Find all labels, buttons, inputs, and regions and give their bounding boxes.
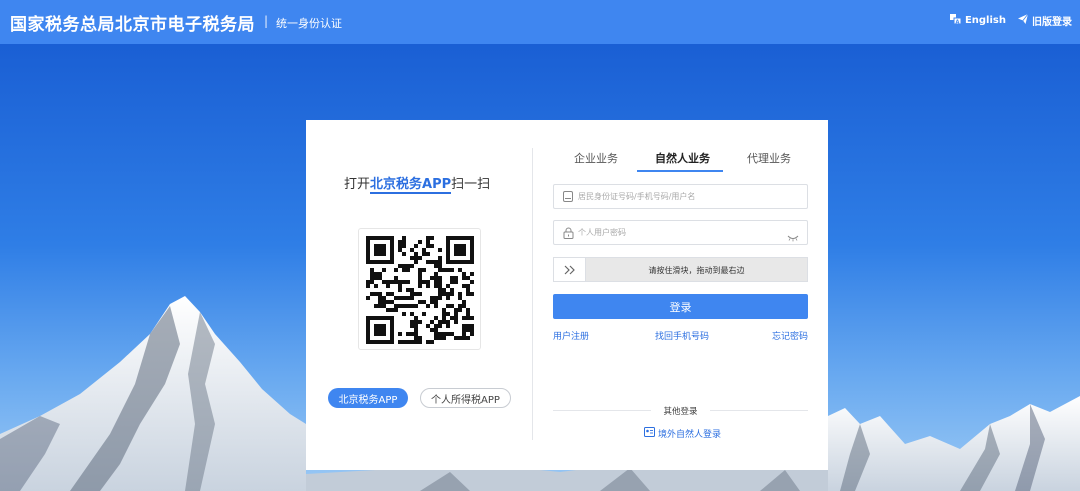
- eye-closed-icon[interactable]: [787, 227, 799, 246]
- overseas-login-link[interactable]: 境外自然人登录: [644, 427, 721, 440]
- personal-income-tax-app-button[interactable]: 个人所得税APP: [420, 388, 511, 408]
- login-card: 打开北京税务APP扫一扫 北京税务APP 个人所得税APP 企业业务 自然人业务…: [306, 120, 828, 470]
- active-tab-indicator: [637, 170, 723, 172]
- password-field: [553, 220, 808, 245]
- tab-agent[interactable]: 代理业务: [747, 150, 791, 166]
- title-separator: |: [264, 14, 269, 28]
- top-header: 国家税务总局北京市电子税务局 | 统一身份认证 A English 旧版登录: [0, 0, 1080, 44]
- register-link[interactable]: 用户注册: [553, 329, 589, 342]
- username-input[interactable]: [578, 192, 778, 201]
- qr-code: [358, 228, 481, 350]
- id-card-icon: [560, 189, 576, 205]
- captcha-slider: 请按住滑块，拖动到最右边: [553, 257, 808, 282]
- password-input[interactable]: [578, 228, 778, 237]
- recover-phone-link[interactable]: 找回手机号码: [655, 329, 709, 342]
- site-subtitle: 统一身份认证: [276, 17, 342, 30]
- divider-line-right: [710, 410, 808, 411]
- scan-instruction: 打开北京税务APP扫一扫: [344, 173, 491, 194]
- forgot-password-link[interactable]: 忘记密码: [772, 329, 808, 342]
- id-badge-icon: [644, 427, 655, 440]
- overseas-login-label: 境外自然人登录: [658, 430, 722, 440]
- slider-handle[interactable]: [554, 258, 586, 281]
- login-tabs: 企业业务 自然人业务 代理业务: [553, 148, 807, 172]
- site-title: 国家税务总局北京市电子税务局: [10, 15, 255, 35]
- svg-text:A: A: [955, 19, 959, 24]
- english-label: English: [964, 15, 1006, 26]
- scan-app-name: 北京税务APP: [370, 177, 452, 194]
- tab-enterprise[interactable]: 企业业务: [574, 150, 618, 166]
- tab-individual[interactable]: 自然人业务: [655, 150, 710, 166]
- scan-prefix: 打开: [344, 177, 371, 192]
- lock-icon: [560, 225, 576, 241]
- scan-suffix: 扫一扫: [451, 177, 491, 192]
- old-login-link[interactable]: 旧版登录: [1018, 13, 1072, 28]
- beijing-tax-app-button[interactable]: 北京税务APP: [328, 388, 408, 408]
- username-field: [553, 184, 808, 209]
- old-login-label: 旧版登录: [1032, 17, 1072, 28]
- slider-hint: 请按住滑块，拖动到最右边: [648, 266, 745, 275]
- header-links: A English 旧版登录: [949, 13, 1072, 28]
- paper-plane-icon: [1018, 13, 1029, 27]
- card-divider: [532, 148, 533, 440]
- double-chevron-right-icon: [564, 260, 576, 279]
- english-link[interactable]: A English: [949, 14, 1006, 27]
- login-button[interactable]: 登录: [553, 294, 808, 319]
- other-login-title: 其他登录: [663, 407, 698, 417]
- translate-icon: A: [949, 14, 962, 27]
- other-login-divider: 其他登录: [553, 405, 808, 417]
- qr-code-image: [366, 236, 474, 344]
